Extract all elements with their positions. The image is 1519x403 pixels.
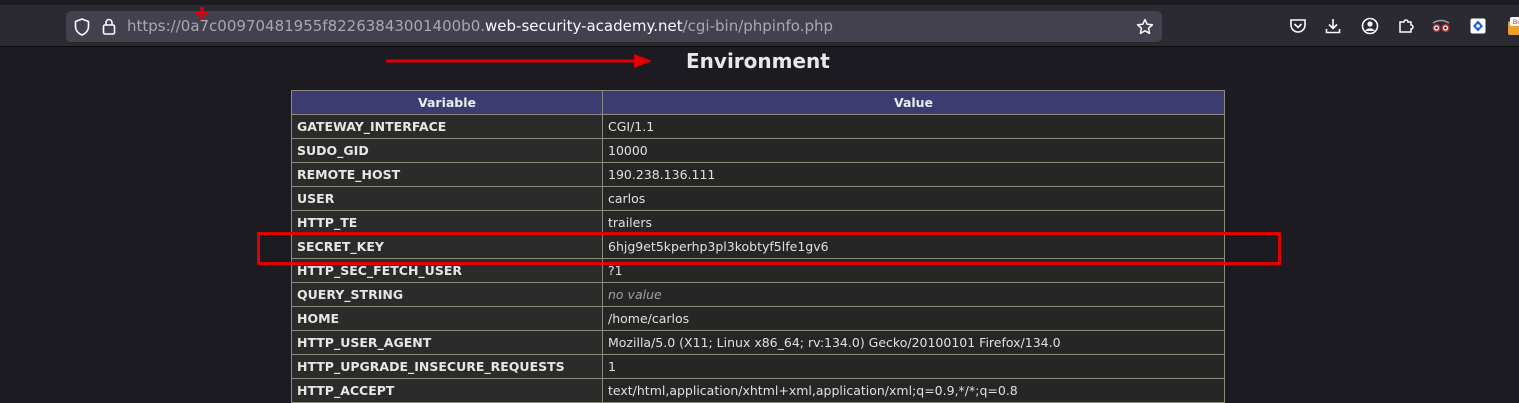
tab-strip-edge	[0, 0, 1519, 5]
table-row: HTTP_SEC_FETCH_USER ?1	[291, 258, 1225, 283]
table-row: QUERY_STRING no value	[291, 282, 1225, 307]
browser-toolbar: https://0a7c00970481955f82263843001400b0…	[0, 0, 1519, 47]
variable-value: 190.238.136.111	[602, 162, 1225, 187]
table-row: HTTP_UPGRADE_INSECURE_REQUESTS 1	[291, 354, 1225, 379]
column-header-variable: Variable	[291, 90, 603, 115]
variable-value: /home/carlos	[602, 306, 1225, 331]
variable-name: HTTP_ACCEPT	[291, 378, 603, 403]
variable-name: REMOTE_HOST	[291, 162, 603, 187]
url-scheme: https://	[127, 17, 181, 35]
svg-text:Bu: Bu	[1513, 18, 1519, 26]
table-row: HOME/home/carlos	[291, 306, 1225, 331]
pocket-icon[interactable]	[1285, 13, 1311, 39]
bug-extension-icon[interactable]: Bu	[1503, 13, 1519, 39]
burp-extension-icon[interactable]	[1465, 13, 1491, 39]
variable-name: SUDO_GID	[291, 138, 603, 163]
url-bar[interactable]: https://0a7c00970481955f82263843001400b0…	[66, 11, 1162, 42]
variable-value: Mozilla/5.0 (X11; Linux x86_64; rv:134.0…	[602, 330, 1225, 355]
variable-value: ?1	[602, 258, 1225, 283]
star-icon[interactable]	[1134, 11, 1156, 42]
variable-name: HTTP_UPGRADE_INSECURE_REQUESTS	[291, 354, 603, 379]
variable-value: CGI/1.1	[602, 114, 1225, 139]
table-row-secret-key: SECRET_KEY 6hjg9et5kperhp3pl3kobtyf5lfe1g…	[291, 234, 1225, 259]
variable-value: text/html,application/xhtml+xml,applicat…	[602, 378, 1225, 403]
variable-value: 10000	[602, 138, 1225, 163]
table-header-row: Variable Value	[291, 90, 1225, 115]
account-icon[interactable]	[1357, 13, 1383, 39]
variable-name: USER	[291, 186, 603, 211]
column-header-value: Value	[602, 90, 1225, 115]
url-text[interactable]: https://0a7c00970481955f82263843001400b0…	[127, 11, 833, 42]
table-row: GATEWAY_INTERFACE CGI/1.1	[291, 114, 1225, 139]
table-row: REMOTE_HOST 190.238.136.111	[291, 162, 1225, 187]
extensions-icon[interactable]	[1393, 13, 1419, 39]
table-row: HTTP_ACCEPT text/html,application/xhtml+x…	[291, 378, 1225, 403]
cursor-crosshair-icon	[196, 7, 208, 19]
variable-value: no value	[602, 282, 1225, 307]
table-row: HTTP_TE trailers	[291, 210, 1225, 235]
variable-value: 1	[602, 354, 1225, 379]
variable-name: HTTP_TE	[291, 210, 603, 235]
download-icon[interactable]	[1320, 13, 1346, 39]
variable-value: trailers	[602, 210, 1225, 235]
table-row: SUDO_GID 10000	[291, 138, 1225, 163]
lock-icon[interactable]	[99, 11, 119, 42]
table-row: USER carlos	[291, 186, 1225, 211]
table-row: HTTP_USER_AGENT Mozilla/5.0 (X11; Linux x…	[291, 330, 1225, 355]
variable-name: GATEWAY_INTERFACE	[291, 114, 603, 139]
arrow-annotation-icon	[386, 54, 652, 68]
variable-name: SECRET_KEY	[291, 234, 603, 259]
spy-glasses-icon[interactable]	[1428, 13, 1454, 39]
variable-name: QUERY_STRING	[291, 282, 603, 307]
secret-key-value: 6hjg9et5kperhp3pl3kobtyf5lfe1gv6	[602, 234, 1225, 259]
shield-icon[interactable]	[72, 11, 92, 42]
environment-table: Variable Value GATEWAY_INTERFACE CGI/1.1 …	[291, 90, 1225, 403]
url-path: /cgi-bin/phpinfo.php	[682, 17, 833, 35]
url-domain: web-security-academy.net	[485, 17, 683, 35]
url-subdomain: 0a7c00970481955f82263843001400b0.	[180, 17, 486, 35]
variable-name: HTTP_USER_AGENT	[291, 330, 603, 355]
variable-name: HOME	[291, 306, 603, 331]
page-heading-environment: Environment	[686, 49, 830, 73]
variable-name: HTTP_SEC_FETCH_USER	[291, 258, 603, 283]
variable-value: carlos	[602, 186, 1225, 211]
